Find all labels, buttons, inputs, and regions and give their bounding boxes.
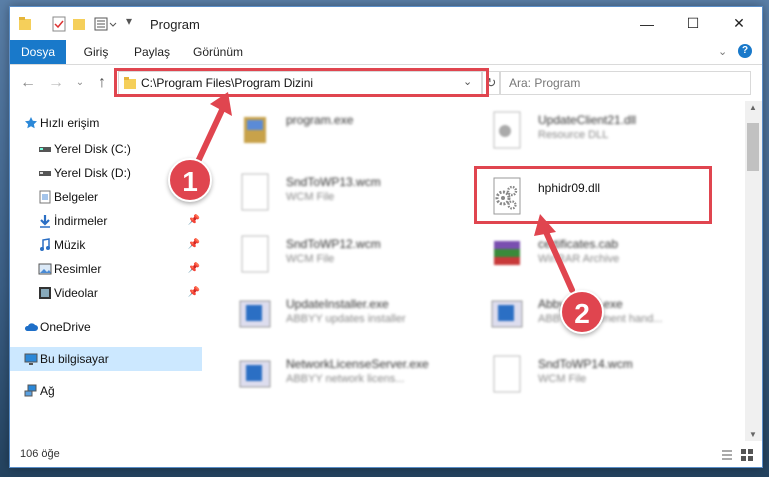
- annotation-arrows: [192, 92, 575, 293]
- step-2-badge: 2: [560, 290, 604, 334]
- step-1-badge: 1: [168, 158, 212, 202]
